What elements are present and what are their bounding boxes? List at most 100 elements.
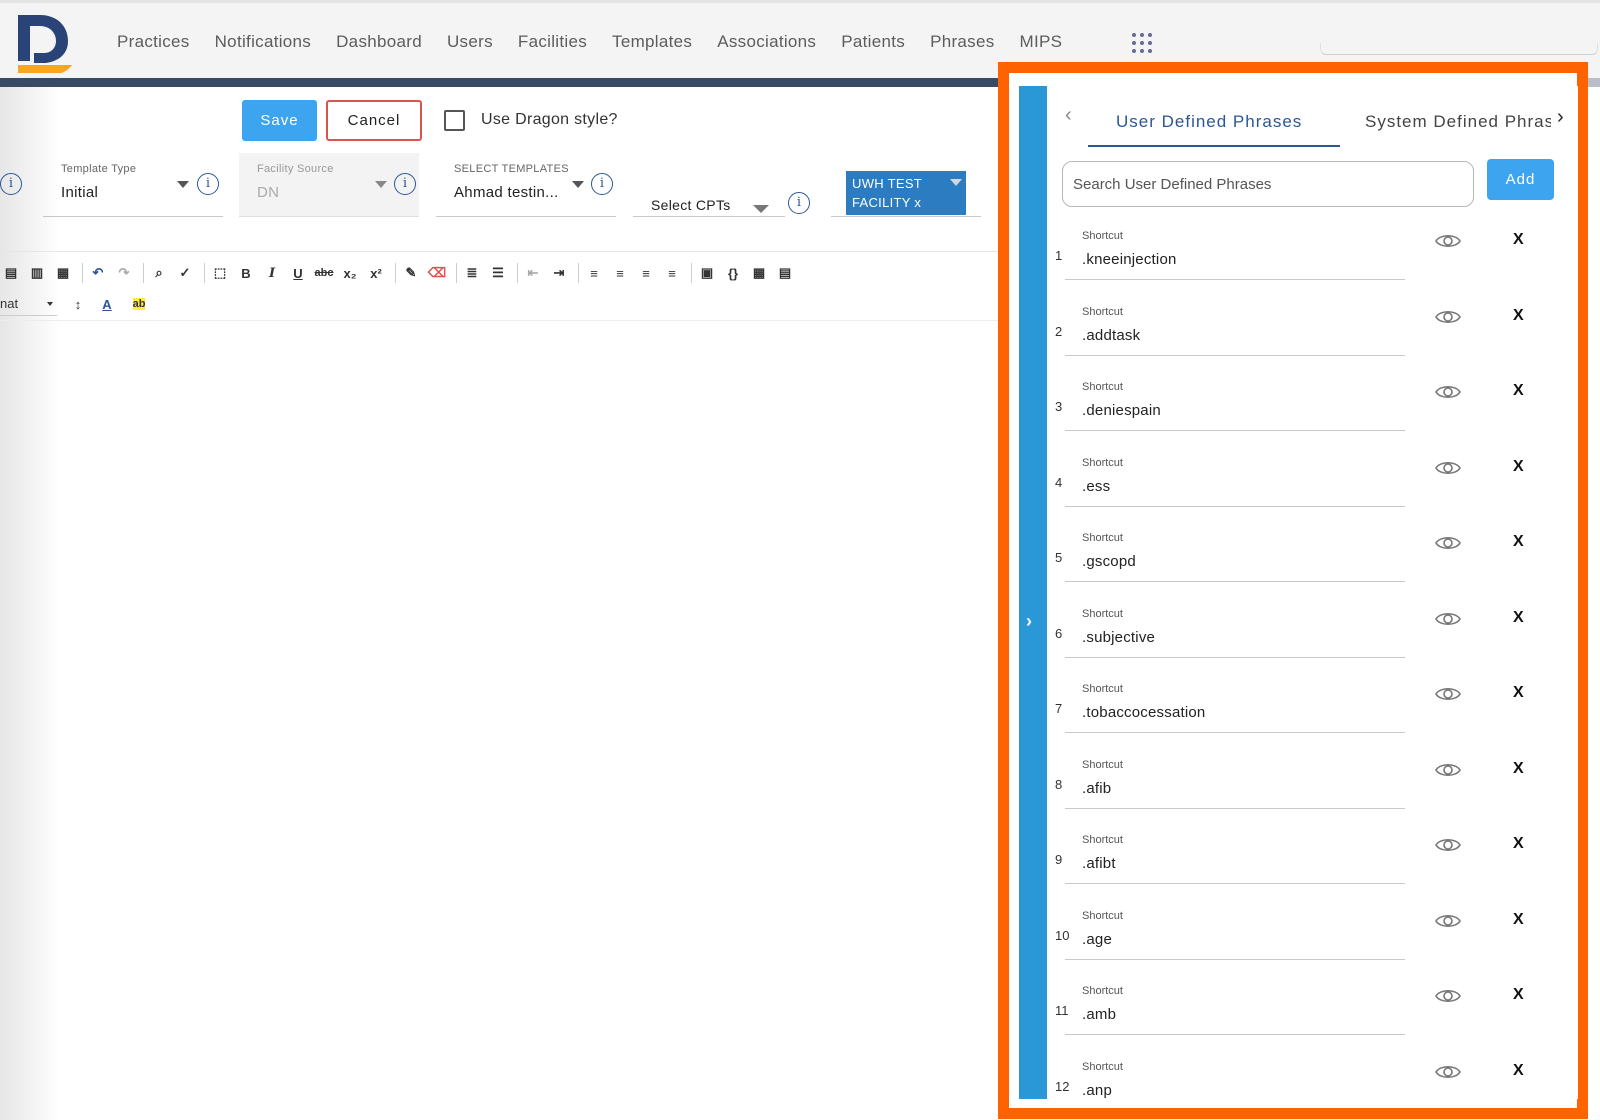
shortcut-field[interactable]: Shortcut .kneeinjection bbox=[1065, 226, 1405, 280]
undo-icon[interactable]: ↶ bbox=[87, 262, 109, 284]
dragon-style-checkbox[interactable] bbox=[444, 110, 465, 131]
paste-icon[interactable]: ▤ bbox=[0, 262, 22, 284]
panel-collapse-strip[interactable]: › bbox=[1019, 86, 1047, 1099]
indent-icon[interactable]: ⇥ bbox=[548, 262, 570, 284]
delete-phrase-button[interactable]: X bbox=[1513, 835, 1524, 853]
align-right-icon[interactable]: ≡ bbox=[635, 262, 657, 284]
delete-phrase-button[interactable]: X bbox=[1513, 684, 1524, 702]
eye-icon[interactable] bbox=[1435, 534, 1461, 552]
shortcut-field[interactable]: Shortcut .gscopd bbox=[1065, 528, 1405, 582]
chevron-left-icon[interactable]: ‹ bbox=[1065, 104, 1072, 127]
subscript-icon[interactable]: x₂ bbox=[339, 262, 361, 284]
bold-icon[interactable]: B bbox=[235, 262, 257, 284]
shortcut-field[interactable]: Shortcut .afib bbox=[1065, 755, 1405, 809]
save-button[interactable]: Save bbox=[242, 100, 317, 141]
delete-phrase-button[interactable]: X bbox=[1513, 458, 1524, 476]
eye-icon[interactable] bbox=[1435, 1063, 1461, 1081]
find-icon[interactable]: ⌕ bbox=[148, 262, 170, 284]
chevron-right-icon[interactable]: › bbox=[1026, 611, 1032, 632]
shortcut-field[interactable]: Shortcut .afibt bbox=[1065, 830, 1405, 884]
nav-associations[interactable]: Associations bbox=[717, 32, 816, 52]
nav-practices[interactable]: Practices bbox=[117, 32, 190, 52]
eye-icon[interactable] bbox=[1435, 912, 1461, 930]
delete-phrase-button[interactable]: X bbox=[1513, 307, 1524, 325]
info-icon[interactable]: i bbox=[788, 192, 810, 214]
delete-phrase-button[interactable]: X bbox=[1513, 986, 1524, 1004]
delete-phrase-button[interactable]: X bbox=[1513, 382, 1524, 400]
nav-phrases[interactable]: Phrases bbox=[930, 32, 994, 52]
tab-user-defined-phrases[interactable]: User Defined Phrases bbox=[1116, 112, 1302, 132]
paste-text-icon[interactable]: ▥ bbox=[26, 262, 48, 284]
shortcut-field[interactable]: Shortcut .subjective bbox=[1065, 604, 1405, 658]
delete-phrase-button[interactable]: X bbox=[1513, 609, 1524, 627]
delete-phrase-button[interactable]: X bbox=[1513, 1062, 1524, 1080]
underline-icon[interactable]: U bbox=[287, 262, 309, 284]
shortcut-field[interactable]: Shortcut .tobaccocessation bbox=[1065, 679, 1405, 733]
format-painter-icon[interactable]: ✎ bbox=[400, 262, 422, 284]
template-type-select[interactable]: Template Type Initial bbox=[43, 153, 223, 217]
align-center-icon[interactable]: ≡ bbox=[609, 262, 631, 284]
shortcut-field[interactable]: Shortcut .deniespain bbox=[1065, 377, 1405, 431]
tab-system-defined-phrases[interactable]: System Defined Phrases bbox=[1365, 112, 1551, 132]
select-templates-select[interactable]: SELECT TEMPLATES Ahmad testin... bbox=[436, 153, 616, 217]
line-height-icon[interactable]: ↕ bbox=[67, 293, 89, 315]
eye-icon[interactable] bbox=[1435, 987, 1461, 1005]
eye-icon[interactable] bbox=[1435, 383, 1461, 401]
eye-icon[interactable] bbox=[1435, 308, 1461, 326]
info-icon[interactable]: i bbox=[394, 173, 416, 195]
text-color-icon[interactable]: A bbox=[93, 293, 121, 315]
app-logo[interactable] bbox=[16, 13, 74, 73]
format-select[interactable]: nat bbox=[0, 292, 57, 316]
bullet-list-icon[interactable]: ☰ bbox=[487, 262, 509, 284]
select-cpts-select[interactable]: Select CPTs bbox=[633, 153, 785, 217]
superscript-icon[interactable]: x² bbox=[365, 262, 387, 284]
eye-icon[interactable] bbox=[1435, 761, 1461, 779]
strikethrough-icon[interactable]: abc bbox=[313, 262, 335, 284]
shortcut-field[interactable]: Shortcut .anp bbox=[1065, 1057, 1405, 1100]
shortcut-field[interactable]: Shortcut .amb bbox=[1065, 981, 1405, 1035]
select-all-icon[interactable]: ⬚ bbox=[209, 262, 231, 284]
delete-phrase-button[interactable]: X bbox=[1513, 760, 1524, 778]
eye-icon[interactable] bbox=[1435, 610, 1461, 628]
spellcheck-icon[interactable]: ✓ bbox=[174, 262, 196, 284]
add-phrase-button[interactable]: Add bbox=[1487, 159, 1554, 200]
align-justify-icon[interactable]: ≡ bbox=[661, 262, 683, 284]
top-search-field[interactable] bbox=[1320, 43, 1598, 55]
nav-users[interactable]: Users bbox=[447, 32, 493, 52]
image-icon[interactable]: ▣ bbox=[696, 262, 718, 284]
shortcut-field[interactable]: Shortcut .ess bbox=[1065, 453, 1405, 507]
nav-notifications[interactable]: Notifications bbox=[215, 32, 312, 52]
delete-phrase-button[interactable]: X bbox=[1513, 231, 1524, 249]
cancel-button[interactable]: Cancel bbox=[326, 100, 422, 141]
eye-icon[interactable] bbox=[1435, 836, 1461, 854]
delete-phrase-button[interactable]: X bbox=[1513, 911, 1524, 929]
delete-phrase-button[interactable]: X bbox=[1513, 533, 1524, 551]
numbered-list-icon[interactable]: ≣ bbox=[461, 262, 483, 284]
remove-format-icon[interactable]: ⌫ bbox=[426, 262, 448, 284]
template-icon[interactable]: ▤ bbox=[774, 262, 796, 284]
align-left-icon[interactable]: ≡ bbox=[583, 262, 605, 284]
highlight-color-icon[interactable]: ab bbox=[125, 293, 153, 315]
shortcut-field[interactable]: Shortcut .age bbox=[1065, 906, 1405, 960]
eye-icon[interactable] bbox=[1435, 459, 1461, 477]
apps-grid-icon[interactable] bbox=[1132, 33, 1152, 53]
nav-dashboard[interactable]: Dashboard bbox=[336, 32, 422, 52]
table-icon[interactable]: ▦ bbox=[748, 262, 770, 284]
nav-templates[interactable]: Templates bbox=[612, 32, 692, 52]
nav-mips[interactable]: MIPS bbox=[1020, 32, 1063, 52]
redo-icon[interactable]: ↷ bbox=[113, 262, 135, 284]
nav-patients[interactable]: Patients bbox=[841, 32, 905, 52]
eye-icon[interactable] bbox=[1435, 685, 1461, 703]
phrases-search-input[interactable] bbox=[1062, 161, 1474, 207]
outdent-icon[interactable]: ⇤ bbox=[522, 262, 544, 284]
info-icon[interactable]: i bbox=[591, 173, 613, 195]
info-icon[interactable]: i bbox=[197, 173, 219, 195]
code-icon[interactable]: {} bbox=[722, 262, 744, 284]
info-icon[interactable]: i bbox=[0, 173, 22, 195]
paste-word-icon[interactable]: ▦ bbox=[52, 262, 74, 284]
italic-icon[interactable]: I bbox=[261, 262, 283, 284]
chevron-right-icon[interactable]: › bbox=[1557, 106, 1564, 129]
facility-chip[interactable]: UWH TEST FACILITY x bbox=[846, 171, 966, 215]
nav-facilities[interactable]: Facilities bbox=[518, 32, 587, 52]
shortcut-field[interactable]: Shortcut .addtask bbox=[1065, 302, 1405, 356]
